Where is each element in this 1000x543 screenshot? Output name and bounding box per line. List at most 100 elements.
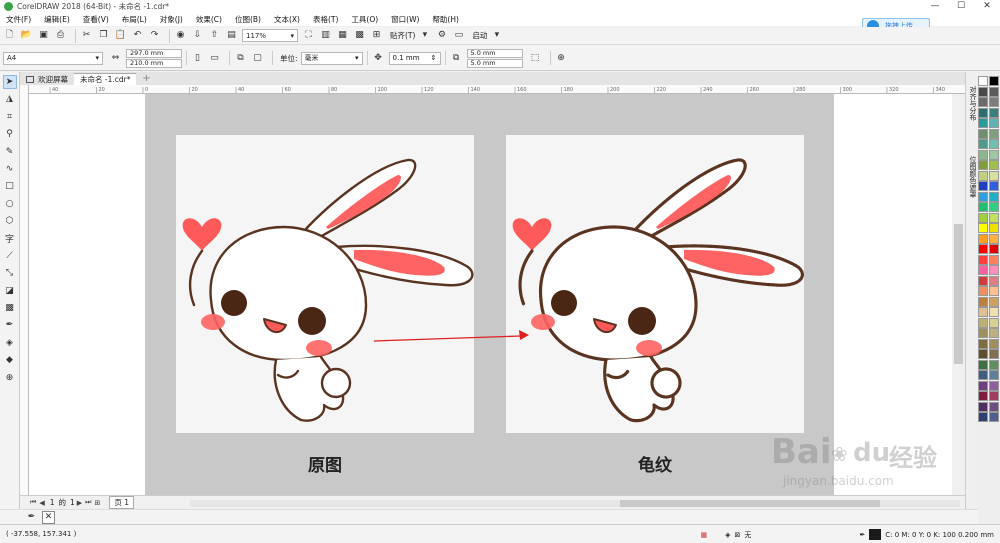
color-swatch[interactable] (978, 107, 988, 118)
color-swatch[interactable] (989, 191, 999, 202)
color-eyedropper-tool-icon[interactable]: ✒ (3, 318, 17, 332)
text-tool-icon[interactable]: 字 (3, 232, 17, 246)
menu-table[interactable]: 表格(T) (313, 14, 338, 25)
color-swatch[interactable] (989, 223, 999, 233)
color-swatch[interactable] (978, 97, 988, 107)
color-swatch[interactable] (978, 328, 988, 338)
add-tool-plus-icon[interactable]: ⊕ (3, 371, 17, 385)
drop-shadow-tool-icon[interactable]: ◪ (3, 284, 17, 298)
page-height-input[interactable]: 210.0 mm (126, 58, 182, 68)
color-swatch[interactable] (989, 317, 999, 328)
undo-icon[interactable]: ↶ (131, 29, 144, 42)
vertical-scrollbar[interactable] (952, 94, 965, 495)
color-swatch[interactable] (989, 107, 999, 118)
all-pages-icon[interactable]: ⧉ (234, 52, 247, 65)
close-button[interactable]: ✕ (974, 0, 1000, 13)
color-swatch[interactable] (978, 296, 988, 307)
color-swatch[interactable] (989, 181, 999, 191)
pick-tool-icon[interactable]: ➤ (2, 75, 17, 89)
color-swatch[interactable] (989, 254, 999, 265)
new-document-icon[interactable]: 🗋 (3, 29, 16, 42)
drawing-canvas[interactable]: 原图 龟纹 Bai ❀ du 经验 jingyan.baidu.com (29, 94, 952, 495)
color-swatch[interactable] (978, 128, 988, 139)
zoom-tool-icon[interactable]: ⚲ (3, 127, 17, 141)
next-page-icon[interactable]: ▶ (77, 499, 82, 507)
snap-icon[interactable]: ⊞ (370, 29, 383, 42)
vertical-ruler[interactable] (20, 85, 29, 495)
color-swatch[interactable] (978, 118, 988, 128)
color-swatch[interactable] (989, 286, 999, 296)
horizontal-scroll-thumb[interactable] (620, 500, 880, 507)
duplicate-x-input[interactable]: 5.0 mm (466, 48, 523, 58)
color-swatch[interactable] (978, 170, 988, 181)
snap-to-dropdown[interactable]: 贴齐(T) (390, 30, 415, 41)
color-proof-icon[interactable]: ▦ (701, 531, 708, 539)
show-guidelines-icon[interactable]: ▩ (353, 29, 366, 42)
minimize-button[interactable]: — (922, 0, 948, 13)
color-swatch[interactable] (989, 265, 999, 275)
menu-text[interactable]: 文本(X) (274, 14, 300, 25)
smart-fill-tool-icon[interactable]: ◆ (3, 353, 17, 367)
chevron-down-icon[interactable]: ▾ (418, 29, 431, 42)
color-swatch[interactable] (989, 349, 999, 359)
color-swatch[interactable] (978, 391, 988, 401)
ellipse-tool-icon[interactable]: ○ (3, 197, 17, 211)
color-swatch[interactable] (978, 223, 988, 233)
color-swatch[interactable] (989, 86, 999, 97)
polygon-tool-icon[interactable]: ⬡ (3, 214, 17, 228)
color-swatch[interactable] (989, 233, 999, 244)
color-swatch[interactable] (978, 202, 988, 212)
color-swatch[interactable] (978, 349, 988, 359)
portrait-icon[interactable]: ▯ (191, 52, 204, 65)
print-icon[interactable]: ⎙ (54, 29, 67, 42)
redo-icon[interactable]: ↷ (148, 29, 161, 42)
cut-icon[interactable]: ✂ (80, 29, 93, 42)
color-swatch[interactable] (978, 139, 988, 149)
landscape-icon[interactable]: ▭ (208, 52, 221, 65)
color-swatch[interactable] (978, 317, 988, 328)
options-gear-icon[interactable]: ⚙ (435, 29, 448, 42)
docker-align-distribute[interactable]: 对齐与分布 (967, 86, 978, 121)
units-select[interactable]: 毫米 ▾ (300, 51, 363, 65)
color-swatch[interactable] (989, 139, 999, 149)
color-swatch[interactable] (978, 212, 988, 223)
color-swatch[interactable] (989, 338, 999, 349)
open-icon[interactable]: 📂 (20, 29, 33, 42)
artistic-media-tool-icon[interactable]: ∿ (3, 162, 17, 176)
full-screen-icon[interactable]: ⛶ (302, 29, 315, 42)
color-swatch[interactable] (989, 412, 999, 422)
copy-icon[interactable]: ❐ (97, 29, 110, 42)
crop-tool-icon[interactable]: ⌗ (3, 110, 17, 124)
add-page-icon[interactable]: ⊞ (94, 499, 100, 507)
color-swatch[interactable] (989, 380, 999, 391)
color-swatch[interactable] (978, 370, 988, 380)
application-launcher-icon[interactable]: ▭ (452, 29, 465, 42)
color-swatch[interactable] (978, 275, 988, 286)
interactive-fill-tool-icon[interactable]: ◈ (3, 336, 17, 350)
vertical-scroll-thumb[interactable] (954, 224, 963, 364)
color-swatch[interactable] (989, 391, 999, 401)
search-content-icon[interactable]: ◉ (174, 29, 187, 42)
current-page-icon[interactable]: ▢ (251, 52, 264, 65)
import-icon[interactable]: ⇩ (191, 29, 204, 42)
parallel-dimension-tool-icon[interactable]: ⟋ (3, 249, 17, 263)
color-swatch[interactable] (989, 244, 999, 254)
menu-layout[interactable]: 布局(L) (122, 14, 147, 25)
eyedropper-icon[interactable]: ✒ (25, 511, 38, 524)
color-swatch[interactable] (989, 76, 999, 86)
horizontal-scrollbar[interactable] (190, 500, 960, 507)
menu-view[interactable]: 查看(V) (83, 14, 109, 25)
color-swatch[interactable] (989, 296, 999, 307)
effect-image[interactable] (506, 135, 804, 433)
color-swatch[interactable] (978, 181, 988, 191)
new-tab-plus-icon[interactable]: + (140, 73, 152, 85)
add-plus-icon[interactable]: ⊕ (555, 52, 568, 65)
color-swatch[interactable] (978, 76, 988, 86)
tab-welcome-screen[interactable]: 欢迎屏幕 (20, 73, 74, 85)
page-tab[interactable]: 页 1 (109, 496, 134, 509)
menu-edit[interactable]: 编辑(E) (44, 14, 70, 25)
tab-untitled-document[interactable]: 未命名 -1.cdr* (74, 73, 137, 85)
color-swatch[interactable] (989, 97, 999, 107)
color-swatch[interactable] (978, 401, 988, 412)
menu-file[interactable]: 文件(F) (6, 14, 31, 25)
